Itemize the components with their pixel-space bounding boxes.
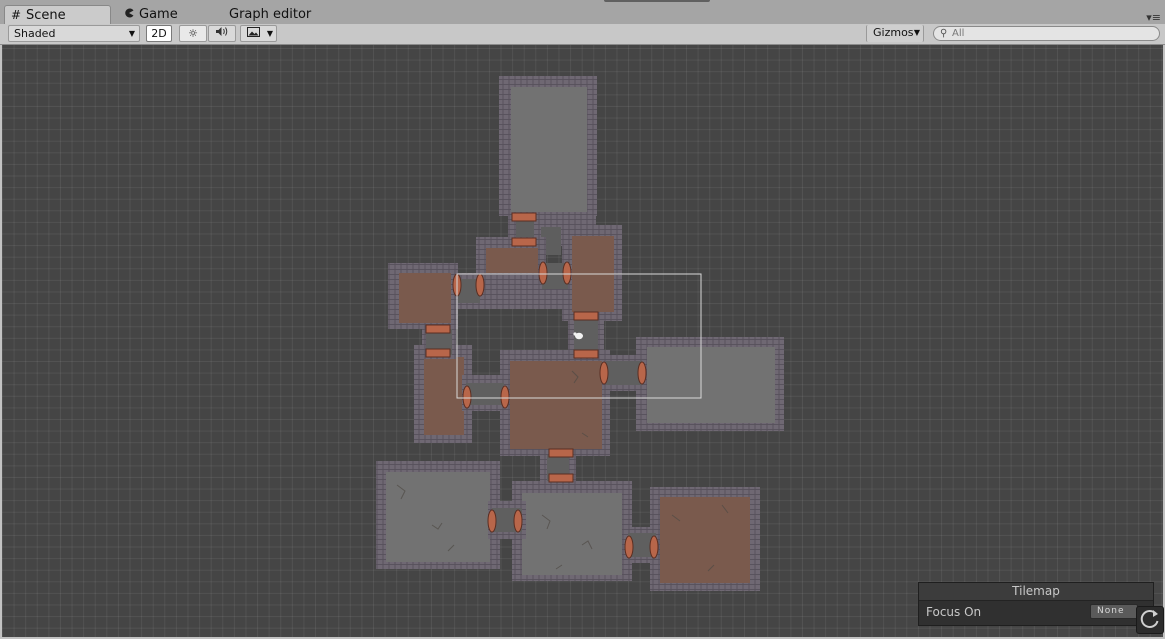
room-top-gray bbox=[499, 76, 597, 216]
refresh-icon bbox=[1140, 610, 1159, 628]
tab-graph-editor[interactable]: Graph editor bbox=[223, 5, 343, 24]
focus-on-value: None bbox=[1097, 606, 1125, 616]
search-input[interactable] bbox=[952, 27, 1152, 40]
gizmos-label: Gizmos bbox=[873, 26, 914, 39]
room-center bbox=[500, 350, 610, 456]
tilemap-overlay-panel: Tilemap Focus On None bbox=[918, 582, 1154, 626]
lighting-toggle[interactable]: ☼ bbox=[179, 25, 207, 42]
room-bottom-left bbox=[376, 461, 500, 569]
room-bottom-middle bbox=[512, 481, 632, 581]
tab-graph-editor-label: Graph editor bbox=[229, 7, 312, 22]
shading-mode-dropdown[interactable]: Shaded ▼ bbox=[8, 25, 140, 42]
tilemap-overlay-title: Tilemap bbox=[919, 583, 1153, 601]
2d-mode-label: 2D bbox=[151, 27, 167, 40]
scene-search-box[interactable]: ⚲ bbox=[933, 26, 1160, 41]
pacman-icon bbox=[124, 5, 136, 24]
grid-icon: # bbox=[11, 8, 22, 22]
speaker-icon bbox=[215, 27, 229, 40]
room-right-gray bbox=[636, 337, 784, 431]
window-title-notch bbox=[604, 0, 710, 2]
image-icon bbox=[247, 27, 260, 40]
scene-effects-dropdown[interactable]: ▼ bbox=[240, 25, 277, 42]
room-left-upper bbox=[388, 263, 458, 329]
room-bottom-right bbox=[650, 487, 760, 591]
tab-scene[interactable]: # Scene bbox=[4, 5, 111, 24]
focus-on-label: Focus On bbox=[926, 605, 982, 619]
tab-game[interactable]: Game bbox=[118, 5, 218, 24]
focus-on-dropdown[interactable]: None bbox=[1090, 604, 1138, 619]
sun-icon: ☼ bbox=[188, 27, 198, 40]
dropdown-caret-icon: ▼ bbox=[266, 29, 273, 38]
audio-toggle[interactable] bbox=[208, 25, 236, 42]
scene-tab-bar: # Scene Game Graph editor ▾≡ bbox=[0, 0, 1165, 25]
scene-toolbar: Shaded ▼ 2D ☼ ▼ Gizmos ▼ ⚲ bbox=[0, 24, 1165, 45]
dropdown-caret-icon: ▼ bbox=[913, 28, 920, 37]
tab-game-label: Game bbox=[139, 7, 178, 22]
scene-orientation-button[interactable] bbox=[1136, 606, 1164, 634]
panel-menu-icon[interactable]: ▾≡ bbox=[1146, 12, 1161, 23]
gizmos-dropdown[interactable]: Gizmos ▼ bbox=[866, 25, 924, 42]
2d-mode-toggle[interactable]: 2D bbox=[146, 25, 172, 42]
tab-scene-label: Scene bbox=[26, 8, 66, 23]
search-icon: ⚲ bbox=[940, 28, 948, 39]
tilemap-dungeon bbox=[376, 76, 784, 591]
dropdown-caret-icon: ▼ bbox=[128, 29, 135, 38]
shading-mode-value: Shaded bbox=[14, 27, 56, 40]
scene-viewport[interactable] bbox=[2, 45, 1163, 637]
